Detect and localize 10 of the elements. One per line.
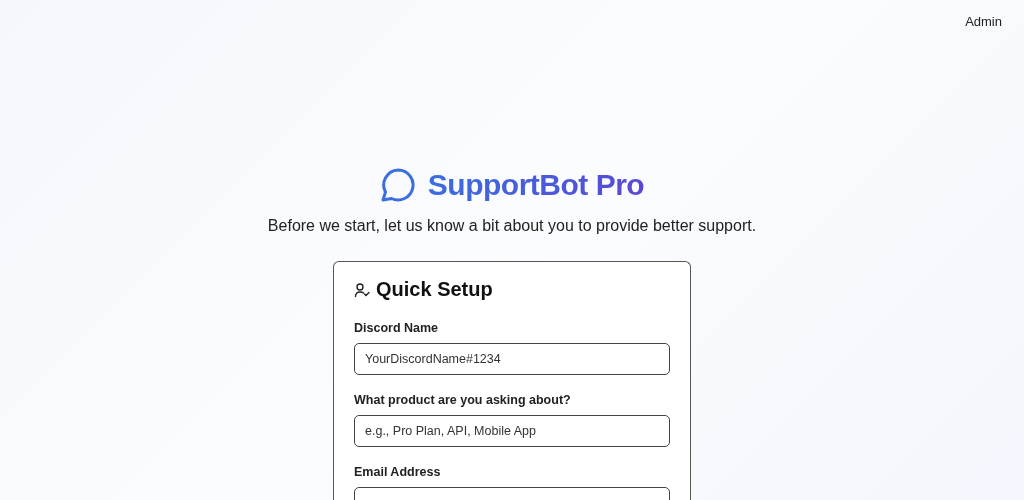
field-label: Email Address xyxy=(354,465,442,479)
subtitle: Before we start, let us know a bit about you to provide better support. xyxy=(267,217,757,235)
card-title: Quick Setup xyxy=(376,278,493,301)
admin-link[interactable]: Admin xyxy=(965,14,1002,29)
chat-bubble-icon xyxy=(379,167,416,203)
field-label: What product are you asking about? xyxy=(354,393,572,407)
field-label: Discord Name xyxy=(354,321,440,335)
input-field[interactable]: e.g., Pro Plan, API, Mobile App xyxy=(354,415,670,447)
user-check-icon xyxy=(354,281,370,298)
input-field[interactable]: YourDiscordName#1234 xyxy=(354,343,670,375)
